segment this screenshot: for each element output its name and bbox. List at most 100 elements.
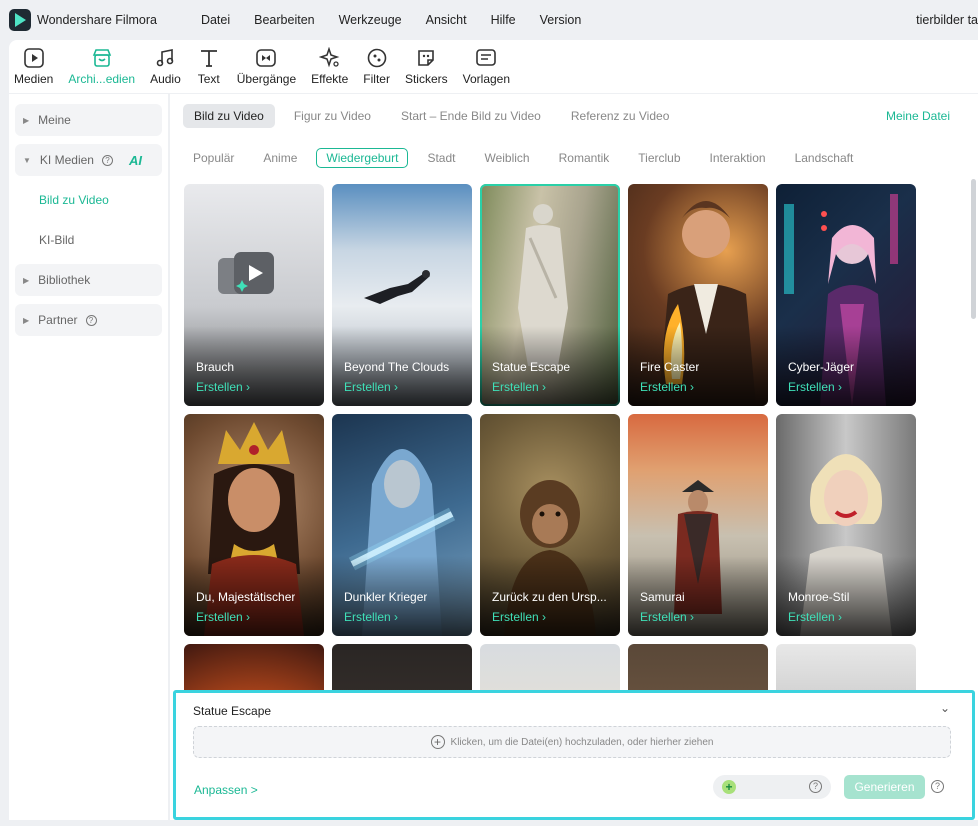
sidebar-item-partner[interactable]: ▶ Partner ? [15,304,162,336]
grid-scrollbar[interactable] [971,179,976,319]
card-title: Beyond The Clouds [344,360,450,374]
caret-right-icon: ▶ [23,315,30,325]
create-link[interactable]: Erstellen [788,610,842,624]
upload-dropzone[interactable]: + Klicken, um die Datei(en) hochzuladen,… [193,726,951,758]
help-icon[interactable]: ? [85,314,97,326]
credits-indicator[interactable]: + ? [713,775,831,799]
category-tierclub[interactable]: Tierclub [628,148,690,168]
transition-icon [253,46,279,70]
card-title: Statue Escape [492,360,571,374]
tab-referenz-zu-video[interactable]: Referenz zu Video [560,104,681,128]
category-wiedergeburt[interactable]: Wiedergeburt [316,148,409,168]
help-icon[interactable]: ? [931,780,944,793]
create-link[interactable]: Erstellen [492,380,546,394]
sidebar-item-label: KI Medien [39,153,94,167]
sidebar-item-label: Partner [38,313,78,327]
sidebar-item-bild-zu-video[interactable]: Bild zu Video [15,184,162,216]
tool-label: Text [197,72,220,86]
create-link[interactable]: Erstellen [344,380,398,394]
help-icon[interactable]: ? [101,154,113,166]
tool-effekte[interactable]: Effekte [311,40,348,93]
media-toolbar: Medien Archi...edien Audio Text Übergäng… [9,40,978,93]
tool-filter[interactable]: Filter [363,40,390,93]
template-card[interactable]: Du, Majestätischer Erstellen [184,414,324,636]
template-card[interactable]: Samurai Erstellen [628,414,768,636]
customize-link[interactable]: Anpassen > [194,783,258,797]
tool-vorlagen[interactable]: Vorlagen [463,40,510,93]
card-title: Du, Majestätischer [196,590,296,604]
menu-datei[interactable]: Datei [201,13,230,27]
template-card[interactable]: Cyber-Jäger Erstellen [776,184,916,406]
tab-bild-zu-video[interactable]: Bild zu Video [183,104,275,128]
tool-label: Vorlagen [462,72,511,86]
tool-archiv-medien[interactable]: Archi...edien [68,40,135,93]
text-t-icon [196,46,222,70]
category-anime[interactable]: Anime [253,148,307,168]
card-title: Brauch [196,360,235,374]
card-title: Fire Caster [640,360,700,374]
create-link[interactable]: Erstellen [640,380,694,394]
card-title: Cyber-Jäger [788,360,855,374]
category-stadt[interactable]: Stadt [417,148,465,168]
template-card[interactable]: Zurück zu den Ursp... Erstellen [480,414,620,636]
category-romantik[interactable]: Romantik [549,148,620,168]
selected-template-title: Statue Escape [193,704,272,718]
menu-hilfe[interactable]: Hilfe [491,13,516,27]
help-icon[interactable]: ? [809,780,822,793]
app-title: Wondershare Filmora [37,13,157,27]
my-file-link[interactable]: Meine Datei [886,109,950,123]
mode-tabs: Bild zu Video Figur zu Video Start – End… [183,104,688,128]
tool-label: Medien [14,72,54,86]
create-link[interactable]: Erstellen [196,610,250,624]
menu-bearbeiten[interactable]: Bearbeiten [254,13,314,27]
category-weiblich[interactable]: Weiblich [474,148,539,168]
create-link[interactable]: Erstellen [788,380,842,394]
caret-down-icon: ▼ [23,155,31,165]
template-card[interactable]: Dunkler Krieger Erstellen [332,414,472,636]
upload-hint: Klicken, um die Datei(en) hochzuladen, o… [450,736,714,748]
create-link[interactable]: Erstellen [492,610,546,624]
sidebar-item-bibliothek[interactable]: ▶ Bibliothek [15,264,162,296]
template-card[interactable]: Brauch Erstellen [184,184,324,406]
caret-right-icon: ▶ [23,115,30,125]
tool-text[interactable]: Text [196,40,222,93]
create-link[interactable]: Erstellen [640,610,694,624]
tool-label: Archi...edien [68,72,136,86]
category-populaer[interactable]: Populär [183,148,244,168]
tool-label: Übergänge [236,72,297,86]
filter-icon [364,46,390,70]
category-landschaft[interactable]: Landschaft [785,148,864,168]
sidebar-item-meine[interactable]: ▶ Meine [15,104,162,136]
tool-label: Audio [150,72,181,86]
template-card[interactable]: Fire Caster Erstellen [628,184,768,406]
tool-audio[interactable]: Audio [150,40,181,93]
chevron-down-icon[interactable]: ⌄ [940,701,950,715]
sidebar: ▶ Meine ▼ KI Medien ? AI Bild zu Video K… [9,94,168,820]
category-chips: Populär Anime Wiedergeburt Stadt Weiblic… [183,148,872,168]
card-title: Monroe-Stil [788,590,850,604]
tab-figur-zu-video[interactable]: Figur zu Video [283,104,382,128]
template-card[interactable]: Statue Escape Erstellen [480,184,620,406]
title-bar: Wondershare Filmora Datei Bearbeiten Wer… [0,0,978,40]
sidebar-item-ki-bild[interactable]: KI-Bild [15,224,162,256]
tool-stickers[interactable]: Stickers [405,40,448,93]
tab-start-ende[interactable]: Start – Ende Bild zu Video [390,104,552,128]
sidebar-item-label: Meine [38,113,71,127]
ai-badge: AI [128,152,142,168]
category-interaktion[interactable]: Interaktion [700,148,776,168]
menu-werkzeuge[interactable]: Werkzeuge [339,13,402,27]
template-card[interactable]: Monroe-Stil Erstellen [776,414,916,636]
create-link[interactable]: Erstellen [344,610,398,624]
credit-gem-icon: + [722,780,736,794]
generate-button[interactable]: Generieren [844,775,925,799]
tool-label: Stickers [404,72,448,86]
create-link[interactable]: Erstellen [196,380,250,394]
tool-medien[interactable]: Medien [14,40,53,93]
template-grid: Brauch Erstellen Beyond The Clouds Erste… [184,184,924,776]
menu-version[interactable]: Version [540,13,582,27]
sidebar-item-ki-medien[interactable]: ▼ KI Medien ? AI [15,144,162,176]
effects-sparkle-icon [317,46,343,70]
tool-uebergaenge[interactable]: Übergänge [237,40,296,93]
menu-ansicht[interactable]: Ansicht [426,13,467,27]
template-card[interactable]: Beyond The Clouds Erstellen [332,184,472,406]
